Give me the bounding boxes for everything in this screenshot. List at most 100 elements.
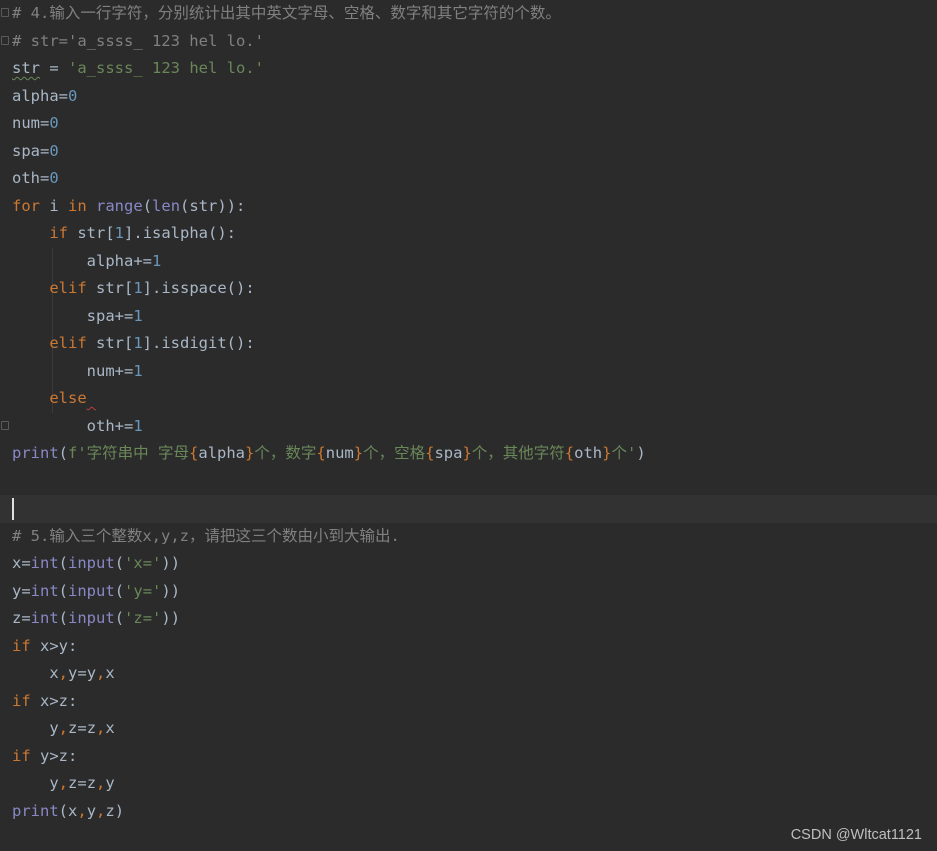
fstring-brace: {	[316, 444, 326, 462]
operator: =	[58, 86, 69, 105]
identifier: oth	[12, 169, 40, 187]
string-literal: 个，其他字符	[471, 444, 565, 462]
identifier: alpha	[12, 86, 59, 105]
comment: # 4.输入一行字符，分别统计出其中英文字母、空格、数字和其它字符的个数。	[12, 4, 561, 22]
code-line[interactable]: oth=0	[0, 165, 937, 193]
number-literal: 1	[133, 334, 143, 352]
code-line[interactable]: alpha+=1	[0, 248, 937, 276]
code-line[interactable]: # 4.输入一行字符，分别统计出其中英文字母、空格、数字和其它字符的个数。	[0, 0, 937, 28]
operator: =	[40, 169, 50, 187]
code-line[interactable]: # str='a_ssss_ 123 hel lo.'	[0, 28, 937, 56]
punctuation: (	[180, 196, 190, 215]
text-caret	[12, 498, 14, 520]
punctuation: )	[636, 444, 646, 462]
punctuation: (	[58, 554, 69, 572]
operator: =	[40, 141, 50, 160]
identifier: z=	[12, 609, 31, 627]
current-line[interactable]	[0, 495, 937, 523]
string-literal: 'x='	[124, 554, 162, 572]
identifier: num+=	[86, 361, 134, 380]
code-line[interactable]: spa=0	[0, 138, 937, 166]
operator: =	[40, 114, 50, 132]
punctuation: (	[142, 196, 153, 215]
identifier: y	[68, 664, 78, 682]
number-literal: 1	[133, 416, 143, 435]
fstring-brace: }	[462, 444, 472, 462]
identifier: spa	[434, 444, 463, 462]
code-editor[interactable]: # 4.输入一行字符，分别统计出其中英文字母、空格、数字和其它字符的个数。 # …	[0, 0, 937, 851]
code-line[interactable]: z=int(input('z='))	[0, 605, 937, 633]
identifier: alpha+=	[86, 251, 152, 270]
code-line[interactable]: y,z=z,y	[0, 770, 937, 798]
code-line[interactable]: print(f'字符串中 字母{alpha}个，数字{num}个，空格{spa}…	[0, 440, 937, 468]
comma: ,	[58, 774, 69, 792]
operator: =z	[77, 719, 97, 737]
code-lines[interactable]: # 4.输入一行字符，分别统计出其中英文字母、空格、数字和其它字符的个数。 # …	[0, 0, 937, 825]
keyword: elif	[49, 279, 87, 297]
identifier: num	[12, 114, 40, 132]
fstring-brace: }	[353, 444, 364, 462]
code-line[interactable]: alpha=0	[0, 83, 937, 111]
identifier: str[	[77, 224, 115, 242]
code-line[interactable]: x,y=y,x	[0, 660, 937, 688]
code-line[interactable]: if x>z:	[0, 688, 937, 716]
keyword: if	[12, 636, 31, 655]
punctuation: ))	[161, 581, 181, 600]
number-literal: 1	[114, 224, 125, 242]
code-line[interactable]: for i in range(len(str)):	[0, 193, 937, 221]
builtin-function: range	[96, 196, 143, 215]
code-line[interactable]: if y>z:	[0, 743, 937, 771]
identifier: spa+=	[86, 306, 134, 325]
code-line[interactable]: print(x,y,z)	[0, 798, 937, 826]
identifier: z	[68, 774, 78, 792]
punctuation: ]	[142, 334, 153, 352]
builtin-function: print	[12, 801, 59, 820]
condition: x>z:	[30, 691, 78, 710]
identifier: oth	[574, 444, 603, 462]
code-line[interactable]: elif str[1].isdigit():	[0, 330, 937, 358]
keyword: for	[12, 196, 40, 215]
code-line[interactable]	[0, 468, 937, 496]
identifier: y	[49, 774, 59, 792]
method-call: .isalpha():	[133, 224, 237, 242]
punctuation: (	[58, 581, 69, 600]
builtin-function: len	[152, 196, 181, 215]
identifier: num	[325, 444, 354, 462]
comma: ,	[96, 774, 106, 792]
code-line[interactable]: else	[0, 385, 937, 413]
identifier: str[	[96, 279, 134, 297]
identifier: str[	[96, 334, 134, 352]
punctuation: (x	[58, 801, 78, 820]
operator: =z	[77, 774, 97, 792]
comment: # str='a_ssss_ 123 hel lo.'	[12, 31, 264, 50]
code-line[interactable]: if x>y:	[0, 633, 937, 661]
identifier: y=	[12, 581, 31, 600]
builtin-function: int	[30, 554, 59, 572]
number-literal: 1	[133, 306, 143, 325]
comma: ,	[96, 801, 106, 820]
code-line[interactable]: spa+=1	[0, 303, 937, 331]
code-line[interactable]: # 5.输入三个整数x,y,z，请把这三个数由小到大输出.	[0, 523, 937, 551]
punctuation: )):	[217, 196, 246, 215]
identifier: oth+=	[86, 416, 134, 435]
code-line[interactable]: num+=1	[0, 358, 937, 386]
code-line[interactable]: y=int(input('y='))	[0, 578, 937, 606]
punctuation: (	[114, 581, 125, 600]
method-call: .isdigit():	[152, 334, 255, 352]
string-literal: 'y='	[124, 581, 162, 600]
punctuation: (	[58, 609, 69, 627]
code-line[interactable]: if str[1].isalpha():	[0, 220, 937, 248]
number-literal: 0	[68, 86, 78, 105]
code-line[interactable]: num=0	[0, 110, 937, 138]
string-literal: 个，数字	[254, 444, 317, 462]
punctuation: (	[58, 444, 69, 462]
method-call: .isspace():	[152, 279, 255, 297]
comma: ,	[58, 719, 69, 737]
code-line[interactable]: elif str[1].isspace():	[0, 275, 937, 303]
code-line[interactable]: str = 'a_ssss_ 123 hel lo.'	[0, 55, 937, 83]
code-line[interactable]: oth+=1	[0, 413, 937, 441]
code-line[interactable]: y,z=z,x	[0, 715, 937, 743]
keyword: if	[12, 746, 31, 765]
fstring-brace: {	[564, 444, 575, 462]
code-line[interactable]: x=int(input('x='))	[0, 550, 937, 578]
